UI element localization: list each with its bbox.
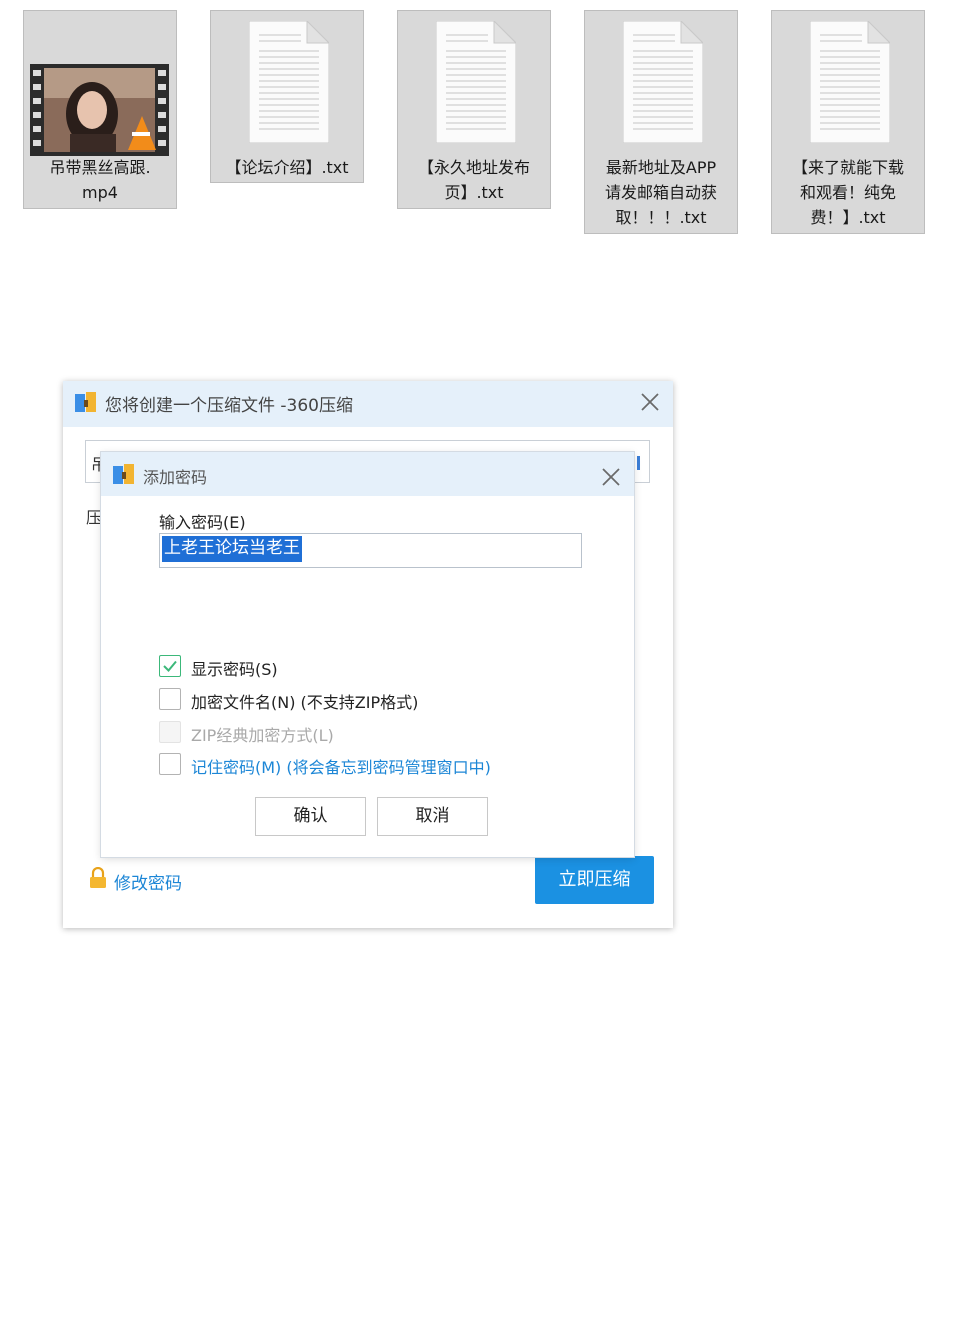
encrypt-filenames-checkbox[interactable] (159, 688, 181, 710)
confirm-button[interactable]: 确认 (255, 797, 366, 836)
remember-password-checkbox[interactable] (159, 753, 181, 775)
show-password-label: 显示密码(S) (191, 660, 278, 679)
archive-app-icon (113, 464, 134, 484)
checkmark-icon (163, 660, 177, 672)
archive-app-icon (75, 392, 96, 412)
dialog-title: 您将创建一个压缩文件 -360压缩 (105, 396, 353, 416)
lock-icon (90, 867, 106, 888)
close-icon[interactable] (639, 391, 661, 413)
file-name: 【永久地址发布 页】.txt (417, 158, 530, 202)
encrypt-filenames-label: 加密文件名(N) (不支持ZIP格式) (191, 693, 419, 712)
file-tile-text[interactable]: 【永久地址发布 页】.txt (397, 10, 551, 209)
file-tile-text[interactable]: 最新地址及APP 请发邮箱自动获 取！！！.txt (584, 10, 738, 234)
password-dialog-titlebar: 添加密码 (101, 452, 634, 496)
add-password-dialog: 添加密码 输入密码(E) 上老王论坛当老王 显示密码(S) 加密文件名(N) (… (101, 452, 634, 857)
zip-classic-encryption-checkbox (159, 721, 181, 743)
change-password-link[interactable]: 修改密码 (114, 869, 182, 894)
compress-option-label: 压 (86, 508, 103, 527)
password-input[interactable]: 上老王论坛当老王 (159, 533, 582, 568)
text-file-icon (249, 21, 329, 143)
password-dialog-title: 添加密码 (143, 468, 208, 487)
text-file-icon (436, 21, 516, 143)
browse-button-edge[interactable] (637, 456, 640, 470)
dialog-titlebar: 您将创建一个压缩文件 -360压缩 (63, 381, 673, 427)
zip-classic-encryption-label: ZIP经典加密方式(L) (191, 726, 334, 745)
close-icon[interactable] (600, 466, 622, 488)
file-name: 【来了就能下载 和观看！纯免 费！】.txt (791, 158, 904, 227)
password-value: 上老王论坛当老王 (162, 536, 302, 562)
remember-password-label[interactable]: 记住密码(M) (将会备忘到密码管理窗口中) (191, 754, 491, 778)
password-label: 输入密码(E) (159, 513, 246, 532)
file-tile-text[interactable]: 【来了就能下载 和观看！纯免 费！】.txt (771, 10, 925, 234)
text-file-icon (623, 21, 703, 143)
file-name: 【论坛介绍】.txt (225, 158, 349, 177)
cancel-button[interactable]: 取消 (377, 797, 488, 836)
compress-now-button[interactable]: 立即压缩 (535, 856, 654, 904)
show-password-checkbox[interactable] (159, 655, 181, 677)
file-tile-text[interactable]: 【论坛介绍】.txt (210, 10, 364, 183)
file-tile-video[interactable]: 吊带黑丝高跟. mp4 (23, 10, 177, 209)
file-name: 吊带黑丝高跟. mp4 (49, 158, 151, 202)
text-file-icon (810, 21, 890, 143)
video-thumbnail-icon (30, 64, 169, 156)
file-name: 最新地址及APP 请发邮箱自动获 取！！！.txt (604, 158, 717, 227)
